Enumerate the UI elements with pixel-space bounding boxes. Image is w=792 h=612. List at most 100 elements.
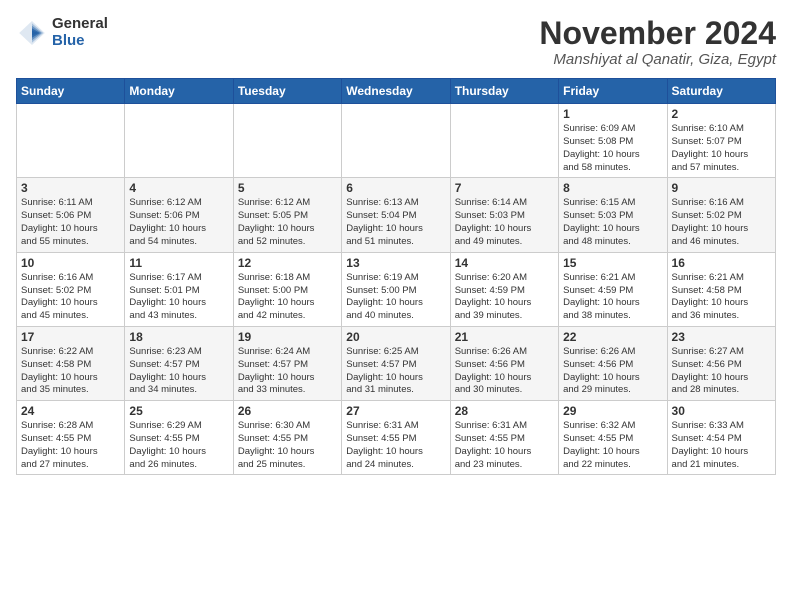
day-cell: 15Sunrise: 6:21 AM Sunset: 4:59 PM Dayli…	[559, 252, 667, 326]
day-number: 25	[129, 404, 228, 418]
day-cell: 18 Sunrise: 6:23 AM Sunset: 4:57 PM Dayli…	[125, 326, 233, 400]
week-row-1: 1 Sunrise: 6:09 AM Sunset: 5:08 PM Daylig…	[17, 104, 776, 178]
day-cell: 10 Sunrise: 6:16 AM Sunset: 5:02 PM Dayli…	[17, 252, 125, 326]
day-number: 12	[238, 256, 337, 270]
day-number: 13	[346, 256, 445, 270]
day-cell: 29Sunrise: 6:32 AM Sunset: 4:55 PM Dayli…	[559, 401, 667, 475]
day-cell: 6 Sunrise: 6:13 AM Sunset: 5:04 PM Daylig…	[342, 178, 450, 252]
day-number: 21	[455, 330, 554, 344]
day-cell: 21Sunrise: 6:26 AM Sunset: 4:56 PM Dayli…	[450, 326, 558, 400]
day-cell: 22 Sunrise: 6:26 AM Sunset: 4:56 PM Dayli…	[559, 326, 667, 400]
month-title: November 2024	[539, 16, 776, 51]
day-number: 4	[129, 181, 228, 195]
day-info: Sunrise: 6:28 AM Sunset: 4:55 PM Dayligh…	[21, 420, 120, 471]
day-cell: 4 Sunrise: 6:12 AM Sunset: 5:06 PM Daylig…	[125, 178, 233, 252]
header: General Blue November 2024 Manshiyat al …	[16, 16, 776, 68]
day-info: Sunrise: 6:14 AM Sunset: 5:03 PM Dayligh…	[455, 197, 554, 248]
week-row-5: 24 Sunrise: 6:28 AM Sunset: 4:55 PM Dayli…	[17, 401, 776, 475]
day-info: Sunrise: 6:19 AM Sunset: 5:00 PM Dayligh…	[346, 272, 445, 323]
day-number: 8	[563, 181, 662, 195]
day-number: 24	[21, 404, 120, 418]
logo-blue-text: Blue	[52, 33, 108, 50]
day-info: Sunrise: 6:22 AM Sunset: 4:58 PM Dayligh…	[21, 346, 120, 397]
day-info: Sunrise: 6:23 AM Sunset: 4:57 PM Dayligh…	[129, 346, 228, 397]
day-number: 9	[672, 181, 771, 195]
day-cell: 9 Sunrise: 6:16 AM Sunset: 5:02 PM Daylig…	[667, 178, 775, 252]
day-cell: 26 Sunrise: 6:30 AM Sunset: 4:55 PM Dayli…	[233, 401, 341, 475]
day-cell: 14Sunrise: 6:20 AM Sunset: 4:59 PM Dayli…	[450, 252, 558, 326]
day-info: Sunrise: 6:12 AM Sunset: 5:05 PM Dayligh…	[238, 197, 337, 248]
logo-icon	[16, 17, 48, 49]
weekday-header-friday: Friday	[559, 79, 667, 104]
day-info: Sunrise: 6:17 AM Sunset: 5:01 PM Dayligh…	[129, 272, 228, 323]
logo: General Blue	[16, 16, 108, 49]
day-cell	[342, 104, 450, 178]
day-cell: 20Sunrise: 6:25 AM Sunset: 4:57 PM Dayli…	[342, 326, 450, 400]
day-number: 18	[129, 330, 228, 344]
day-number: 10	[21, 256, 120, 270]
day-number: 23	[672, 330, 771, 344]
day-cell: 25Sunrise: 6:29 AM Sunset: 4:55 PM Dayli…	[125, 401, 233, 475]
weekday-header-saturday: Saturday	[667, 79, 775, 104]
day-number: 28	[455, 404, 554, 418]
day-info: Sunrise: 6:31 AM Sunset: 4:55 PM Dayligh…	[346, 420, 445, 471]
page: General Blue November 2024 Manshiyat al …	[0, 0, 792, 612]
day-info: Sunrise: 6:33 AM Sunset: 4:54 PM Dayligh…	[672, 420, 771, 471]
day-info: Sunrise: 6:12 AM Sunset: 5:06 PM Dayligh…	[129, 197, 228, 248]
day-info: Sunrise: 6:27 AM Sunset: 4:56 PM Dayligh…	[672, 346, 771, 397]
day-info: Sunrise: 6:09 AM Sunset: 5:08 PM Dayligh…	[563, 123, 662, 174]
day-cell	[17, 104, 125, 178]
day-number: 6	[346, 181, 445, 195]
day-info: Sunrise: 6:21 AM Sunset: 4:59 PM Dayligh…	[563, 272, 662, 323]
day-cell: 28 Sunrise: 6:31 AM Sunset: 4:55 PM Dayli…	[450, 401, 558, 475]
day-cell	[125, 104, 233, 178]
day-info: Sunrise: 6:16 AM Sunset: 5:02 PM Dayligh…	[21, 272, 120, 323]
logo-general-text: General	[52, 16, 108, 33]
day-number: 7	[455, 181, 554, 195]
weekday-header-monday: Monday	[125, 79, 233, 104]
day-cell	[233, 104, 341, 178]
day-cell: 2 Sunrise: 6:10 AM Sunset: 5:07 PM Daylig…	[667, 104, 775, 178]
day-info: Sunrise: 6:16 AM Sunset: 5:02 PM Dayligh…	[672, 197, 771, 248]
day-info: Sunrise: 6:26 AM Sunset: 4:56 PM Dayligh…	[563, 346, 662, 397]
day-number: 1	[563, 107, 662, 121]
day-number: 22	[563, 330, 662, 344]
day-info: Sunrise: 6:24 AM Sunset: 4:57 PM Dayligh…	[238, 346, 337, 397]
day-cell: 27 Sunrise: 6:31 AM Sunset: 4:55 PM Dayli…	[342, 401, 450, 475]
day-number: 3	[21, 181, 120, 195]
calendar-table: SundayMondayTuesdayWednesdayThursdayFrid…	[16, 78, 776, 475]
day-info: Sunrise: 6:31 AM Sunset: 4:55 PM Dayligh…	[455, 420, 554, 471]
day-info: Sunrise: 6:18 AM Sunset: 5:00 PM Dayligh…	[238, 272, 337, 323]
day-number: 27	[346, 404, 445, 418]
day-info: Sunrise: 6:30 AM Sunset: 4:55 PM Dayligh…	[238, 420, 337, 471]
location-title: Manshiyat al Qanatir, Giza, Egypt	[539, 51, 776, 68]
week-row-4: 17 Sunrise: 6:22 AM Sunset: 4:58 PM Dayli…	[17, 326, 776, 400]
day-cell: 16Sunrise: 6:21 AM Sunset: 4:58 PM Dayli…	[667, 252, 775, 326]
day-number: 29	[563, 404, 662, 418]
day-number: 20	[346, 330, 445, 344]
day-number: 11	[129, 256, 228, 270]
day-cell: 3Sunrise: 6:11 AM Sunset: 5:06 PM Daylig…	[17, 178, 125, 252]
day-number: 26	[238, 404, 337, 418]
day-cell: 1 Sunrise: 6:09 AM Sunset: 5:08 PM Daylig…	[559, 104, 667, 178]
day-cell	[450, 104, 558, 178]
weekday-header-thursday: Thursday	[450, 79, 558, 104]
day-info: Sunrise: 6:20 AM Sunset: 4:59 PM Dayligh…	[455, 272, 554, 323]
day-number: 16	[672, 256, 771, 270]
weekday-header-row: SundayMondayTuesdayWednesdayThursdayFrid…	[17, 79, 776, 104]
logo-text: General Blue	[52, 16, 108, 49]
day-info: Sunrise: 6:15 AM Sunset: 5:03 PM Dayligh…	[563, 197, 662, 248]
day-number: 5	[238, 181, 337, 195]
day-cell: 19Sunrise: 6:24 AM Sunset: 4:57 PM Dayli…	[233, 326, 341, 400]
day-cell: 11 Sunrise: 6:17 AM Sunset: 5:01 PM Dayli…	[125, 252, 233, 326]
weekday-header-tuesday: Tuesday	[233, 79, 341, 104]
title-block: November 2024 Manshiyat al Qanatir, Giza…	[539, 16, 776, 68]
weekday-header-wednesday: Wednesday	[342, 79, 450, 104]
day-number: 2	[672, 107, 771, 121]
day-number: 30	[672, 404, 771, 418]
day-info: Sunrise: 6:10 AM Sunset: 5:07 PM Dayligh…	[672, 123, 771, 174]
day-info: Sunrise: 6:13 AM Sunset: 5:04 PM Dayligh…	[346, 197, 445, 248]
day-number: 17	[21, 330, 120, 344]
day-cell: 13 Sunrise: 6:19 AM Sunset: 5:00 PM Dayli…	[342, 252, 450, 326]
weekday-header-sunday: Sunday	[17, 79, 125, 104]
